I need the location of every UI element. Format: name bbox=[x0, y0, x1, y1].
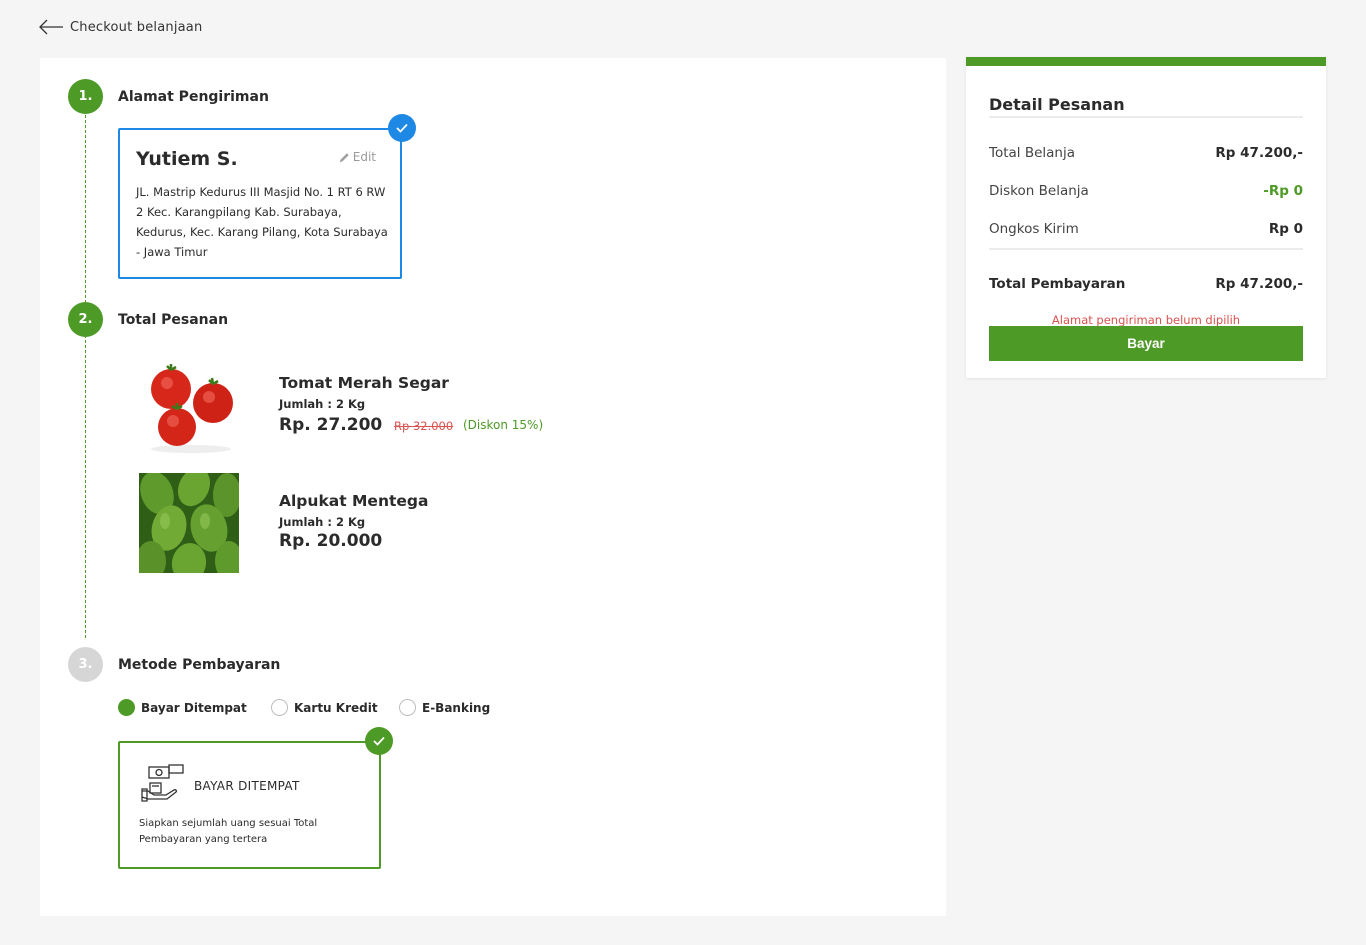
product-name: Alpukat Mentega bbox=[279, 492, 429, 510]
summary-label: Total Belanja bbox=[989, 145, 1075, 161]
product-qty: Jumlah : 2 Kg bbox=[279, 515, 366, 529]
original-price: Rp 32.000 bbox=[394, 419, 454, 433]
payment-method-card: BAYAR DITEMPAT Siapkan sejumlah uang ses… bbox=[118, 741, 381, 869]
total-label: Total Pembayaran bbox=[989, 276, 1126, 292]
summary-title: Detail Pesanan bbox=[989, 95, 1125, 114]
discount-label: (Diskon 15%) bbox=[463, 418, 544, 432]
arrow-left-icon bbox=[39, 19, 63, 35]
pencil-icon bbox=[339, 152, 349, 162]
step-2-badge: 2. bbox=[68, 302, 103, 337]
divider bbox=[989, 116, 1303, 118]
step-3-title: Metode Pembayaran bbox=[118, 657, 281, 673]
summary-value: Rp 0 bbox=[1268, 221, 1303, 237]
step-3-badge: 3. bbox=[68, 647, 103, 682]
product-price: Rp. 20.000 bbox=[279, 531, 383, 551]
radio-label: Kartu Kredit bbox=[294, 700, 378, 715]
product-price: Rp. 27.200 bbox=[279, 415, 383, 435]
edit-label: Edit bbox=[352, 150, 376, 164]
edit-address-button[interactable]: Edit bbox=[339, 150, 376, 164]
step-1-title: Alamat Pengiriman bbox=[118, 89, 269, 105]
address-warning: Alamat pengiriman belum dipilih bbox=[1051, 313, 1241, 327]
check-icon bbox=[388, 114, 416, 142]
radio-empty-icon bbox=[399, 699, 416, 716]
radio-bayar-ditempat[interactable]: Bayar Ditempat bbox=[118, 699, 247, 716]
check-icon bbox=[365, 727, 393, 755]
radio-empty-icon bbox=[271, 699, 288, 716]
address-card[interactable]: Yutiem S. Edit JL. Mastrip Kedurus III M… bbox=[118, 128, 402, 279]
checkout-panel: 1. Alamat Pengiriman Yutiem S. Edit JL. … bbox=[40, 58, 946, 916]
summary-label: Diskon Belanja bbox=[989, 183, 1089, 199]
payment-method-description: Siapkan sejumlah uang sesuai Total Pemba… bbox=[139, 818, 318, 845]
radio-selected-icon bbox=[118, 699, 135, 716]
radio-kartu-kredit[interactable]: Kartu Kredit bbox=[271, 699, 378, 716]
radio-label: E-Banking bbox=[422, 700, 491, 715]
page-title: Checkout belanjaan bbox=[70, 19, 203, 35]
summary-value: -Rp 0 bbox=[1263, 183, 1303, 199]
radio-label: Bayar Ditempat bbox=[141, 700, 247, 715]
cash-on-delivery-icon bbox=[141, 764, 184, 802]
pay-button[interactable]: Bayar bbox=[989, 326, 1303, 361]
summary-value: Rp 47.200,- bbox=[1215, 145, 1303, 161]
summary-label: Ongkos Kirim bbox=[989, 221, 1079, 237]
total-value: Rp 47.200,- bbox=[1215, 276, 1303, 292]
order-summary: Detail Pesanan Total Belanja Rp 47.200,-… bbox=[966, 57, 1326, 378]
divider bbox=[989, 248, 1303, 250]
product-name: Tomat Merah Segar bbox=[279, 374, 449, 392]
product-qty: Jumlah : 2 Kg bbox=[279, 397, 366, 411]
payment-method-title: BAYAR DITEMPAT bbox=[194, 779, 300, 793]
avocado-image bbox=[139, 473, 239, 573]
back-link[interactable]: Checkout belanjaan bbox=[38, 18, 202, 36]
radio-e-banking[interactable]: E-Banking bbox=[399, 699, 490, 716]
step-1-badge: 1. bbox=[68, 79, 103, 114]
step-2-title: Total Pesanan bbox=[118, 312, 229, 328]
tomato-image bbox=[139, 355, 239, 455]
address-text: JL. Mastrip Kedurus III Masjid No. 1 RT … bbox=[136, 185, 388, 259]
step-connector bbox=[85, 115, 86, 638]
